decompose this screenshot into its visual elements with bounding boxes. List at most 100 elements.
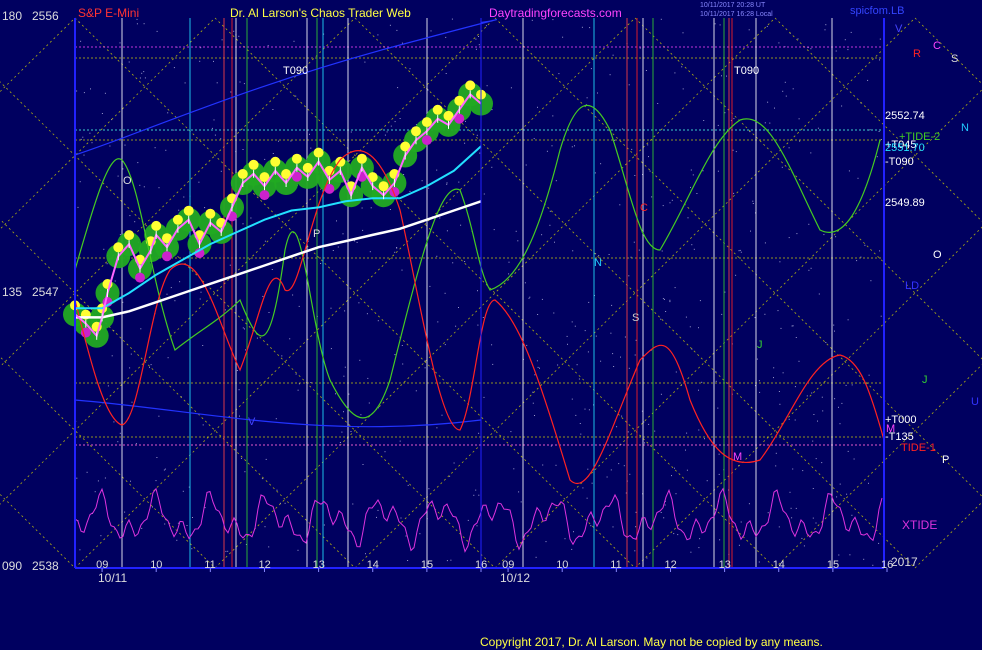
- star-dot: [444, 344, 446, 346]
- hour-tick-label: 13: [719, 559, 731, 571]
- star-dot: [268, 312, 270, 313]
- bar-dot-yellow: [237, 169, 248, 179]
- hour-tick-label: 12: [665, 559, 677, 571]
- axis-label-price-2547: 2547: [32, 285, 59, 299]
- star-dot: [244, 328, 245, 330]
- star-dot: [702, 170, 704, 172]
- bar-dot-yellow: [465, 80, 476, 91]
- star-dot: [170, 287, 172, 289]
- star-dot: [633, 241, 635, 243]
- star-dot: [119, 42, 121, 44]
- star-dot: [361, 207, 363, 209]
- star-dot: [83, 92, 85, 94]
- hour-tick-label: 11: [204, 559, 215, 571]
- hour-tick-label: 13: [313, 559, 325, 571]
- star-dot: [366, 313, 368, 315]
- hour-tick-label: 09: [502, 559, 514, 571]
- star-dot: [578, 378, 580, 380]
- star-dot: [555, 180, 557, 182]
- star-dot: [844, 39, 846, 41]
- star-dot: [460, 224, 462, 226]
- chart-label-t090-day1: T090: [283, 65, 308, 77]
- star-dot: [143, 71, 145, 73]
- star-dot: [780, 327, 782, 329]
- star-dot: [155, 480, 157, 482]
- star-dot: [808, 269, 810, 271]
- star-dot: [135, 443, 137, 445]
- star-dot: [323, 524, 325, 526]
- star-dot: [851, 514, 853, 516]
- star-dot: [143, 23, 145, 25]
- star-dot: [669, 202, 671, 204]
- star-dot: [721, 75, 722, 77]
- star-dot: [173, 129, 175, 131]
- star-dot: [241, 457, 242, 459]
- star-dot: [262, 295, 264, 297]
- hour-tick-label: 15: [421, 559, 433, 571]
- star-dot: [204, 507, 206, 509]
- bar-dot-yellow: [113, 242, 124, 253]
- star-dot: [141, 72, 143, 74]
- star-dot: [339, 442, 341, 443]
- chart: S&P E-Mini Dr. Al Larson's Chaos Trader …: [0, 0, 982, 650]
- star-dot: [475, 38, 477, 40]
- star-dot: [606, 476, 608, 478]
- star-dot: [441, 414, 443, 416]
- star-dot: [648, 423, 650, 425]
- star-dot: [795, 337, 797, 338]
- star-dot: [788, 147, 790, 149]
- star-dot: [579, 423, 581, 424]
- star-dot: [778, 391, 780, 392]
- star-dot: [573, 531, 574, 533]
- star-dot: [475, 48, 477, 50]
- star-dot: [821, 462, 823, 464]
- star-dot: [686, 469, 688, 471]
- bar-dot-yellow: [172, 214, 183, 225]
- star-dot: [726, 75, 727, 77]
- star-dot: [79, 549, 81, 551]
- star-dot: [396, 29, 398, 31]
- star-dot: [740, 521, 742, 523]
- star-dot: [452, 262, 454, 264]
- star-dot: [595, 335, 597, 337]
- star-dot: [405, 535, 407, 537]
- star-dot: [767, 512, 769, 514]
- star-dot: [221, 39, 223, 41]
- right-label-t090: -T090: [885, 156, 914, 168]
- star-dot: [791, 325, 793, 327]
- planet-letter-u: U: [971, 396, 979, 408]
- star-dot: [476, 525, 478, 527]
- star-dot: [421, 180, 423, 182]
- star-dot: [677, 534, 679, 536]
- star-dot: [140, 328, 142, 330]
- star-dot: [513, 468, 515, 470]
- star-dot: [752, 200, 754, 202]
- star-dot: [541, 298, 543, 300]
- star-dot: [706, 480, 708, 482]
- star-dot: [184, 82, 186, 84]
- star-dot: [76, 90, 78, 92]
- star-dot: [100, 535, 102, 537]
- star-dot: [764, 242, 766, 244]
- star-dot: [657, 103, 659, 104]
- star-dot: [582, 487, 584, 489]
- star-dot: [868, 482, 869, 484]
- star-dot: [335, 393, 336, 395]
- star-dot: [90, 88, 91, 90]
- star-dot: [660, 393, 662, 395]
- star-dot: [674, 467, 675, 469]
- star-dot: [850, 31, 852, 33]
- bar-dot-yellow: [356, 153, 367, 164]
- planet-letter-o: O: [933, 249, 942, 261]
- star-dot: [204, 207, 206, 209]
- star-dot: [384, 451, 386, 453]
- star-dot: [551, 145, 553, 147]
- star-dot: [415, 390, 417, 392]
- star-dot: [508, 273, 510, 275]
- star-dot: [775, 465, 777, 467]
- star-dot: [880, 315, 882, 317]
- star-dot: [402, 363, 404, 365]
- star-dot: [359, 359, 361, 361]
- star-dot: [409, 68, 411, 70]
- bar-dot-yellow: [378, 181, 389, 192]
